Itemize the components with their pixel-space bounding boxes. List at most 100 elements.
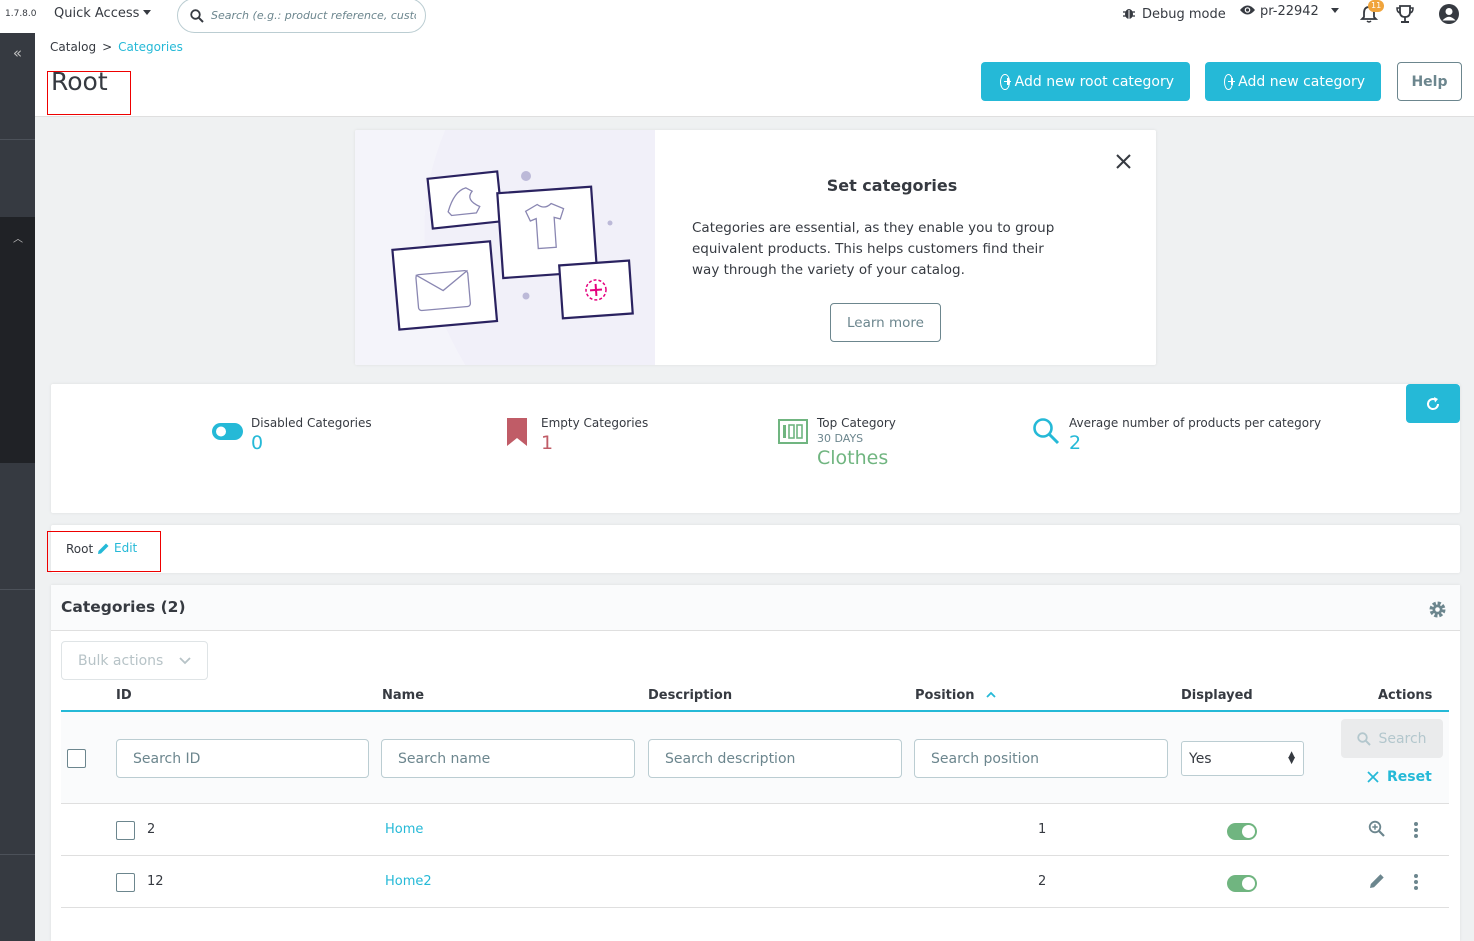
kpi-disabled-value: 0: [251, 432, 264, 454]
sidebar-collapse-icon[interactable]: «: [0, 44, 35, 62]
version-label: 1.7.8.0: [5, 9, 37, 19]
debug-mode-label: Debug mode: [1142, 7, 1226, 22]
caret-down-icon: [143, 10, 152, 15]
kpi-disabled-label: Disabled Categories: [251, 416, 372, 430]
kpi-avg-value: 2: [1069, 432, 1082, 454]
caret-down-icon: [1330, 8, 1339, 13]
kpi-row: Disabled Categories 0 Empty Categories 1…: [51, 384, 1460, 513]
top-bar: 1.7.8.0 Quick Access Search (e.g.: produ…: [0, 0, 1474, 33]
column-header-description[interactable]: Description: [648, 688, 732, 703]
breadcrumb-catalog[interactable]: Catalog: [50, 40, 96, 54]
column-header-id[interactable]: ID: [116, 688, 132, 703]
add-root-category-button[interactable]: Add new root category: [981, 62, 1190, 101]
column-header-name[interactable]: Name: [382, 688, 424, 703]
trophy-button[interactable]: [1395, 4, 1415, 28]
search-id-input[interactable]: Search ID: [116, 739, 369, 778]
reset-button[interactable]: Reset: [1367, 769, 1432, 785]
kpi-empty-categories: Empty Categories 1: [507, 416, 648, 454]
row-position[interactable]: 1: [1038, 822, 1046, 837]
search-button[interactable]: Search: [1341, 719, 1443, 758]
notifications-badge: 11: [1368, 0, 1385, 12]
displayed-filter-select[interactable]: Yes ▲ ▼: [1181, 741, 1304, 776]
refresh-icon: [1427, 396, 1440, 410]
table-row: 12 Home2 2: [61, 856, 1449, 908]
add-root-category-label: Add new root category: [1014, 73, 1174, 90]
column-header-position-label: Position: [915, 688, 975, 703]
search-icon: [190, 9, 204, 23]
sidebar-active-section[interactable]: [0, 217, 35, 463]
barcode-icon: [778, 419, 808, 444]
kpi-top-category: Top Category 30 DAYS Clothes: [778, 416, 896, 469]
close-icon[interactable]: [1115, 153, 1132, 170]
kpi-disabled-categories: Disabled Categories 0: [212, 416, 372, 454]
row-name-link[interactable]: Home2: [385, 874, 432, 889]
breadcrumb-separator: >: [102, 40, 113, 54]
kpi-top-period: 30 DAYS: [817, 432, 864, 445]
search-button-label: Search: [1378, 730, 1427, 747]
select-all-checkbox[interactable]: [67, 749, 86, 768]
close-icon: [1367, 771, 1379, 783]
sidebar-divider: [0, 589, 35, 590]
add-category-button[interactable]: Add new category: [1205, 62, 1381, 101]
bulk-actions-button[interactable]: Bulk actions: [61, 641, 208, 680]
toggle-icon: [212, 423, 243, 440]
help-button[interactable]: Help: [1397, 62, 1462, 101]
column-header-position[interactable]: Position: [915, 688, 996, 703]
table-row: 2 Home 1: [61, 804, 1449, 856]
categories-grid: Categories (2) Bulk actions ID Name Desc…: [51, 585, 1460, 941]
row-displayed-toggle[interactable]: [1227, 875, 1257, 892]
kpi-top-label: Top Category: [817, 416, 896, 430]
kpi-empty-value: 1: [541, 432, 554, 454]
global-search-input[interactable]: Search (e.g.: product reference, custon: [177, 0, 426, 33]
column-header-actions: Actions: [1378, 688, 1433, 703]
search-icon: [1033, 418, 1060, 445]
more-vertical-icon[interactable]: [1413, 821, 1419, 839]
shop-dropdown[interactable]: pr-22942: [1239, 4, 1339, 19]
eye-icon: [1240, 5, 1255, 15]
displayed-filter-value: Yes: [1189, 750, 1212, 767]
bug-icon: [1123, 9, 1135, 19]
search-position-input[interactable]: Search position: [914, 739, 1168, 778]
sort-ascending-icon[interactable]: [986, 691, 996, 698]
row-checkbox[interactable]: [116, 821, 135, 840]
column-header-displayed[interactable]: Displayed: [1181, 688, 1253, 703]
notifications-button[interactable]: 11: [1359, 0, 1385, 28]
bulk-actions-label: Bulk actions: [78, 652, 164, 669]
row-id: 12: [147, 874, 164, 889]
search-description-input[interactable]: Search description: [648, 739, 902, 778]
row-checkbox[interactable]: [116, 873, 135, 892]
pencil-icon[interactable]: [1368, 872, 1386, 890]
onboarding-description: Categories are essential, as they enable…: [692, 220, 1055, 278]
quick-access-dropdown[interactable]: Quick Access: [54, 6, 152, 21]
onboarding-card: Set categories Categories are essential,…: [355, 130, 1156, 365]
breadcrumb-categories[interactable]: Categories: [118, 40, 183, 54]
kpi-avg-label: Average number of products per category: [1069, 416, 1322, 430]
row-id: 2: [147, 822, 156, 837]
more-vertical-icon[interactable]: [1413, 873, 1419, 891]
add-category-label: Add new category: [1238, 73, 1365, 90]
zoom-in-icon[interactable]: [1368, 820, 1386, 838]
debug-mode-link[interactable]: Debug mode: [1122, 6, 1226, 22]
plus-circle-icon: [1224, 73, 1236, 90]
filter-row: Search ID Search name Search description…: [61, 712, 1449, 804]
user-menu-button[interactable]: [1438, 3, 1460, 29]
refresh-kpi-button[interactable]: [1406, 384, 1460, 423]
select-arrows-icon: ▲ ▼: [1288, 750, 1295, 766]
learn-more-button[interactable]: Learn more: [830, 303, 941, 342]
quick-access-label: Quick Access: [54, 6, 140, 21]
kpi-empty-label: Empty Categories: [541, 416, 649, 430]
sidebar: « ︿: [0, 33, 35, 941]
row-name-link[interactable]: Home: [385, 822, 423, 837]
highlight-box: [47, 531, 161, 572]
row-displayed-toggle[interactable]: [1227, 823, 1257, 840]
grid-title: Categories (2): [61, 598, 186, 616]
breadcrumb: Catalog > Categories: [50, 40, 183, 54]
onboarding-title: Set categories: [826, 176, 958, 195]
row-position[interactable]: 2: [1038, 874, 1046, 889]
highlight-box: [47, 71, 131, 115]
user-avatar-icon: [1439, 4, 1459, 24]
search-name-input[interactable]: Search name: [381, 739, 635, 778]
category-path-bar: Root Edit: [51, 525, 1460, 573]
chevron-up-icon[interactable]: ︿: [13, 230, 23, 245]
gear-icon[interactable]: [1428, 600, 1447, 619]
